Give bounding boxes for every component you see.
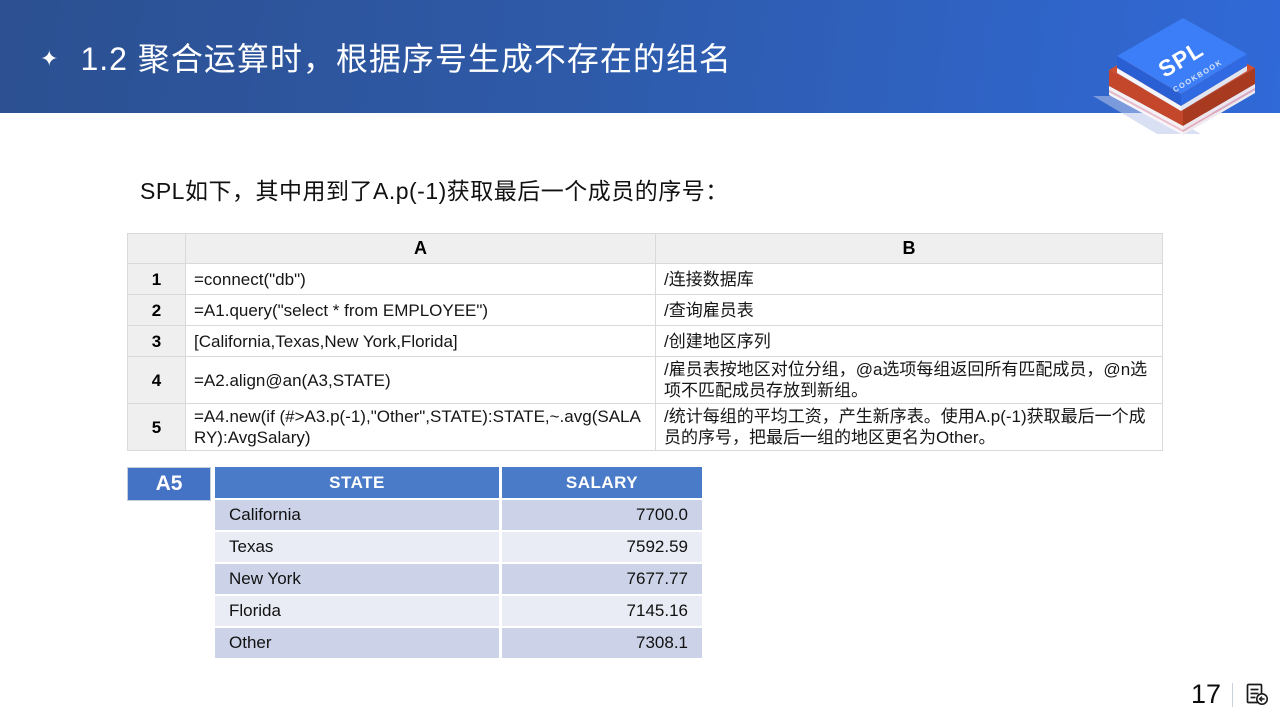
slide-footer: 17	[1191, 679, 1270, 710]
result-row: Florida 7145.16	[215, 596, 702, 626]
state-value: California	[215, 500, 499, 530]
table-row: 2 =A1.query("select * from EMPLOYEE") /查…	[128, 295, 1163, 326]
row-number: 5	[128, 404, 186, 451]
cell-b5-comment: /统计每组的平均工资，产生新序表。使用A.p(-1)获取最后一个成员的序号，把最…	[656, 404, 1163, 451]
cell-a5-code: =A4.new(if (#>A3.p(-1),"Other",STATE):ST…	[186, 404, 656, 451]
cell-reference-badge: A5	[127, 467, 211, 501]
footer-divider	[1232, 683, 1233, 707]
salary-value: 7677.77	[502, 564, 702, 594]
spl-cookbook-books-icon: SPL COOKBOOK	[1076, 4, 1266, 144]
column-b-header: B	[656, 234, 1163, 264]
table-row: 5 =A4.new(if (#>A3.p(-1),"Other",STATE):…	[128, 404, 1163, 451]
cell-a1-code: =connect("db")	[186, 264, 656, 295]
cell-a2-code: =A1.query("select * from EMPLOYEE")	[186, 295, 656, 326]
salary-value: 7308.1	[502, 628, 702, 658]
intro-text: SPL如下，其中用到了A.p(-1)获取最后一个成员的序号：	[140, 172, 729, 206]
result-row: Other 7308.1	[215, 628, 702, 658]
cell-a3-code: [California,Texas,New York,Florida]	[186, 326, 656, 357]
salary-value: 7145.16	[502, 596, 702, 626]
cell-b4-comment: /雇员表按地区对位分组，@a选项每组返回所有匹配成员，@n选项不匹配成员存放到新…	[656, 357, 1163, 404]
table-row: 1 =connect("db") /连接数据库	[128, 264, 1163, 295]
result-table: STATE SALARY California 7700.0 Texas 759…	[212, 465, 705, 660]
column-a-header: A	[186, 234, 656, 264]
result-header-row: STATE SALARY	[215, 467, 702, 498]
page-number: 17	[1191, 679, 1221, 710]
cell-b3-comment: /创建地区序列	[656, 326, 1163, 357]
slide-title: 1.2 聚合运算时，根据序号生成不存在的组名	[80, 34, 731, 80]
row-number: 1	[128, 264, 186, 295]
state-value: Texas	[215, 532, 499, 562]
table-row: 3 [California,Texas,New York,Florida] /创…	[128, 326, 1163, 357]
back-to-contents-icon[interactable]	[1244, 682, 1270, 708]
table-row: 4 =A2.align@an(A3,STATE) /雇员表按地区对位分组，@a选…	[128, 357, 1163, 404]
state-value: Florida	[215, 596, 499, 626]
salary-column-header: SALARY	[502, 467, 702, 498]
state-column-header: STATE	[215, 467, 499, 498]
salary-value: 7592.59	[502, 532, 702, 562]
state-value: New York	[215, 564, 499, 594]
spl-code-table: A B 1 =connect("db") /连接数据库 2 =A1.query(…	[127, 233, 1163, 451]
cell-b2-comment: /查询雇员表	[656, 295, 1163, 326]
sparkle-bullet-icon: ✦	[40, 46, 58, 72]
result-section: A5 STATE SALARY California 7700.0 Texas …	[127, 467, 705, 660]
state-value: Other	[215, 628, 499, 658]
result-row: California 7700.0	[215, 500, 702, 530]
row-number: 4	[128, 357, 186, 404]
row-number: 3	[128, 326, 186, 357]
result-row: New York 7677.77	[215, 564, 702, 594]
cell-a4-code: =A2.align@an(A3,STATE)	[186, 357, 656, 404]
code-table-header-row: A B	[128, 234, 1163, 264]
result-row: Texas 7592.59	[215, 532, 702, 562]
row-number: 2	[128, 295, 186, 326]
presentation-slide: ✦ 1.2 聚合运算时，根据序号生成不存在的组名 SPL COOKBOOK SP…	[0, 0, 1280, 720]
corner-cell	[128, 234, 186, 264]
cell-b1-comment: /连接数据库	[656, 264, 1163, 295]
salary-value: 7700.0	[502, 500, 702, 530]
